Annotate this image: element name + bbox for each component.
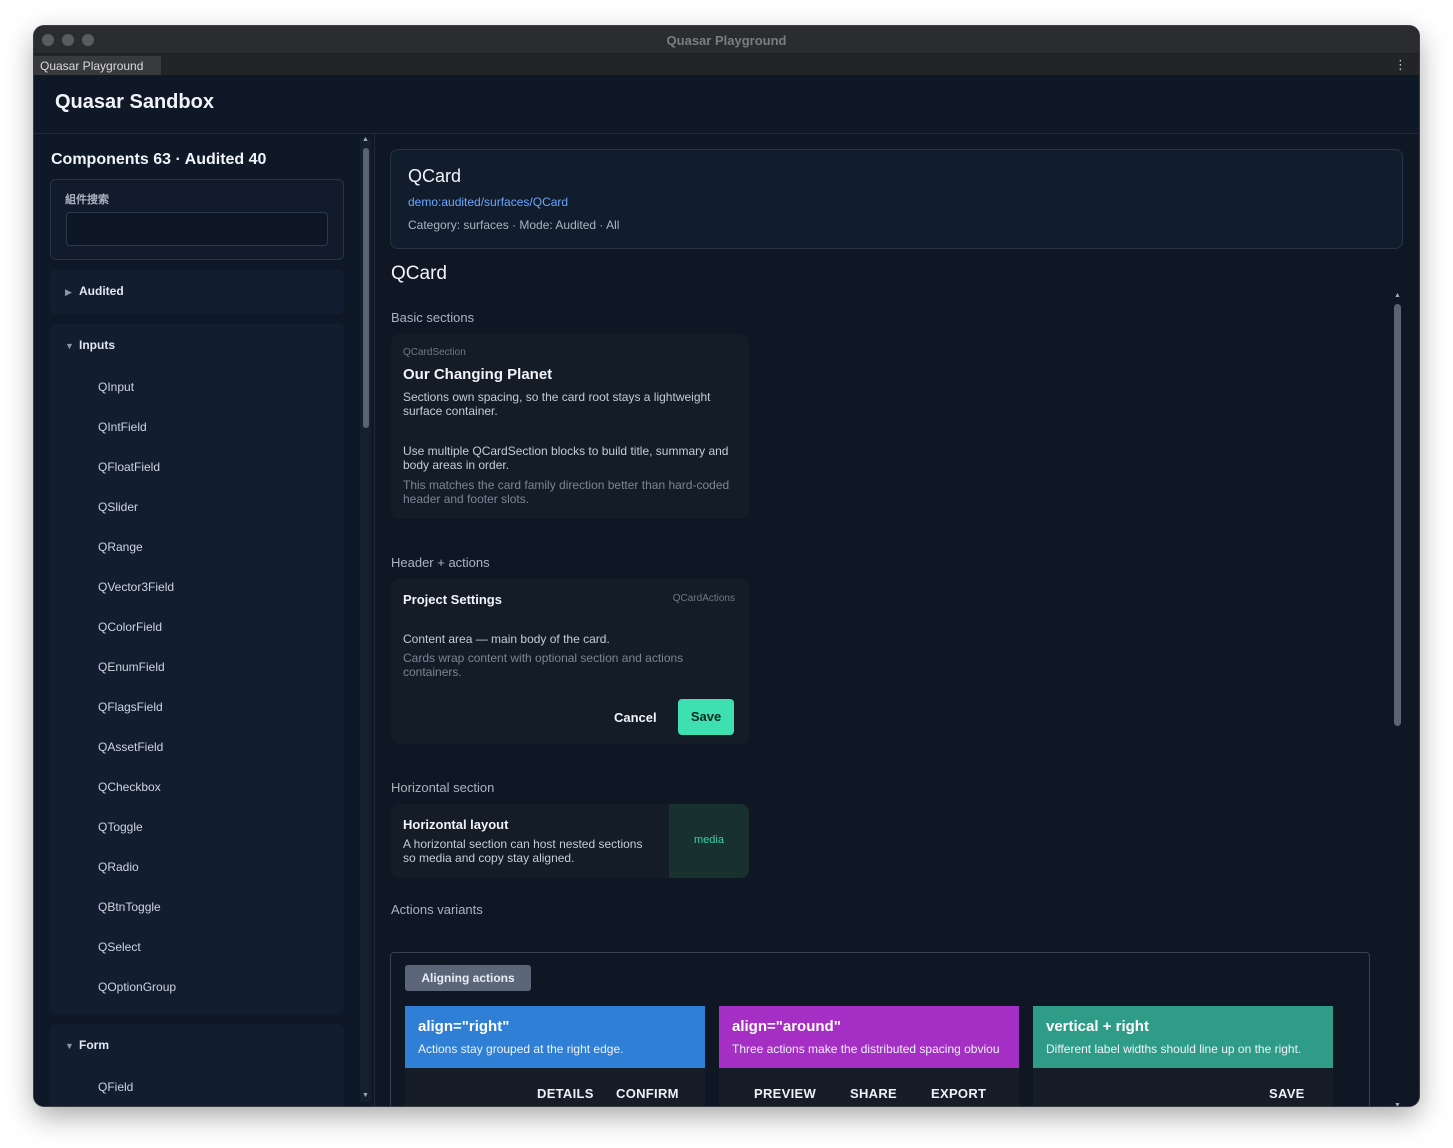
variant-card-align-around: align="around" Three actions make the di… [719, 1006, 1019, 1106]
section-label-header-actions: Header + actions [391, 555, 490, 570]
variant-card-vertical-right: vertical + right Different label widths … [1033, 1006, 1333, 1106]
app-header: Quasar Sandbox [34, 75, 1419, 134]
variant-card-header: align="right" Actions stay grouped at th… [405, 1006, 705, 1068]
search-input[interactable] [66, 212, 328, 246]
variant-card-subtitle: Different label widths should line up on… [1046, 1042, 1302, 1056]
content-scroll-thumb[interactable] [1394, 304, 1401, 726]
sidebar-item-qenumfield[interactable]: QEnumField [98, 660, 165, 674]
actions-variants-panel: Aligning actions align="right" Actions s… [390, 952, 1370, 1106]
sidebar-item-qrange[interactable]: QRange [98, 540, 143, 554]
sidebar-item-qinput[interactable]: QInput [98, 380, 134, 394]
header-actions-card: Project Settings QCardActions Content ar… [391, 579, 749, 744]
sidebar-item-qfield[interactable]: QField [98, 1080, 133, 1094]
sidebar-item-qassetfield[interactable]: QAssetField [98, 740, 163, 754]
sidebar-item-qcheckbox[interactable]: QCheckbox [98, 780, 161, 794]
card-text-muted: Cards wrap content with optional section… [403, 651, 684, 679]
card-text: Content area — main body of the card. [403, 632, 610, 646]
section-label-horizontal: Horizontal section [391, 780, 495, 795]
sidebar: Components 63 · Audited 40 組件搜索 ▶ Audited… [34, 134, 374, 1106]
variant-card-title: align="around" [732, 1018, 841, 1035]
export-button[interactable]: EXPORT [931, 1086, 986, 1101]
preview-button[interactable]: PREVIEW [754, 1086, 816, 1101]
sidebar-scrollbar[interactable]: ▲ ▼ [360, 136, 371, 1102]
aligning-actions-chip[interactable]: Aligning actions [405, 965, 531, 991]
section-label-basic: Basic sections [391, 310, 475, 325]
section-label-variants: Actions variants [391, 902, 483, 917]
sidebar-item-qcolorfield[interactable]: QColorField [98, 620, 162, 634]
app-window: Quasar Playground Quasar Playground ⋮ Qu… [34, 26, 1419, 1106]
sidebar-item-qvector3field[interactable]: QVector3Field [98, 580, 174, 594]
content-scrollbar[interactable]: ▲ ▼ [1392, 292, 1403, 1106]
share-button[interactable]: SHARE [850, 1086, 897, 1101]
card-title: Project Settings [403, 592, 502, 607]
group-form: ▼ Form QField [50, 1024, 344, 1106]
basic-sections-card: QCardSection Our Changing Planet Section… [391, 334, 749, 519]
card-title: Our Changing Planet [403, 366, 553, 383]
title-bar: Quasar Playground [34, 26, 1419, 54]
tab-quasar-playground[interactable]: Quasar Playground [34, 56, 161, 75]
group-audited[interactable]: ▶ Audited [50, 270, 344, 314]
tab-bar: Quasar Playground ⋮ [34, 54, 1419, 75]
group-header-form[interactable]: ▼ Form [65, 1038, 109, 1052]
group-inputs: ▼ Inputs QInput QIntField QFloatField QSl… [50, 324, 344, 1014]
sidebar-scroll-thumb[interactable] [363, 148, 369, 428]
variant-card-title: vertical + right [1046, 1018, 1149, 1035]
card-text: Sections own spacing, so the card root s… [403, 390, 711, 418]
search-panel: 組件搜索 [50, 179, 344, 260]
group-header-inputs[interactable]: ▼ Inputs [65, 338, 115, 352]
caret-right-icon: ▶ [65, 287, 72, 297]
caret-down-icon: ▼ [65, 341, 74, 351]
scroll-up-icon[interactable]: ▲ [1394, 292, 1401, 299]
horizontal-card: Horizontal layout A horizontal section c… [391, 804, 749, 878]
kebab-menu-icon[interactable]: ⋮ [1394, 57, 1407, 73]
card-text: A horizontal section can host nested sec… [403, 837, 643, 865]
card-title: Horizontal layout [403, 817, 509, 832]
card-tag: QCardActions [672, 593, 735, 604]
sidebar-item-qfloatfield[interactable]: QFloatField [98, 460, 160, 474]
media-placeholder: media [669, 804, 749, 878]
save-button[interactable]: SAVE [1269, 1086, 1305, 1101]
variant-card-subtitle: Three actions make the distributed spaci… [732, 1042, 1000, 1056]
variant-card-header: align="around" Three actions make the di… [719, 1006, 1019, 1068]
sidebar-item-qselect[interactable]: QSelect [98, 940, 141, 954]
caret-down-icon: ▼ [65, 1041, 74, 1051]
details-button[interactable]: DETAILS [537, 1086, 594, 1101]
sidebar-item-qbtntoggle[interactable]: QBtnToggle [98, 900, 161, 914]
variant-card-align-right: align="right" Actions stay grouped at th… [405, 1006, 705, 1106]
scroll-down-icon[interactable]: ▼ [362, 1092, 369, 1099]
main-content: QCard demo:audited/surfaces/QCard Catego… [375, 134, 1419, 1106]
media-label: media [694, 834, 724, 846]
component-meta: Category: surfaces · Mode: Audited · All [408, 218, 620, 232]
sidebar-heading: Components 63 · Audited 40 [51, 151, 267, 168]
variant-card-title: align="right" [418, 1018, 510, 1035]
card-text: Use multiple QCardSection blocks to buil… [403, 444, 729, 472]
sidebar-item-qintfield[interactable]: QIntField [98, 420, 147, 434]
scroll-up-icon[interactable]: ▲ [362, 136, 369, 143]
search-label: 組件搜索 [65, 194, 109, 206]
window-title: Quasar Playground [666, 33, 787, 48]
scroll-down-icon[interactable]: ▼ [1394, 1102, 1401, 1106]
sidebar-item-qtoggle[interactable]: QToggle [98, 820, 143, 834]
sidebar-item-qoptiongroup[interactable]: QOptionGroup [98, 980, 176, 994]
sidebar-item-qradio[interactable]: QRadio [98, 860, 139, 874]
sidebar-item-qslider[interactable]: QSlider [98, 500, 138, 514]
confirm-button[interactable]: CONFIRM [616, 1086, 679, 1101]
group-header-audited[interactable]: ▶ Audited [65, 284, 124, 298]
card-tag: QCardSection [403, 347, 466, 358]
sidebar-item-qflagsfield[interactable]: QFlagsField [98, 700, 163, 714]
variant-card-header: vertical + right Different label widths … [1033, 1006, 1333, 1068]
app-title: Quasar Sandbox [55, 91, 214, 113]
component-path[interactable]: demo:audited/surfaces/QCard [408, 195, 568, 209]
card-text-muted: This matches the card family direction b… [403, 478, 730, 506]
component-name: QCard [408, 166, 462, 186]
cancel-button[interactable]: Cancel [614, 710, 657, 725]
save-button[interactable]: Save [678, 699, 734, 735]
variant-card-subtitle: Actions stay grouped at the right edge. [418, 1042, 624, 1056]
doc-title: QCard [391, 263, 447, 284]
component-info-card: QCard demo:audited/surfaces/QCard Catego… [390, 149, 1403, 249]
